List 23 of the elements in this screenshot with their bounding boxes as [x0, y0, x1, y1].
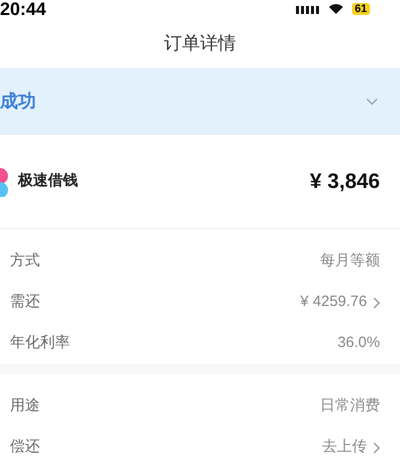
wifi-icon [328, 4, 344, 14]
chevron-right-icon [373, 296, 380, 308]
row-label: 需还 [10, 292, 40, 312]
product-name: 极速借钱 [18, 171, 78, 192]
status-banner[interactable]: 成功 [0, 68, 400, 135]
row-label: 偿还 [10, 437, 40, 458]
row-value: 每月等额 [320, 251, 380, 272]
page-title: 订单详情 [164, 32, 236, 54]
row-value: 日常消费 [320, 396, 380, 416]
row-label: 方式 [10, 251, 40, 272]
row-value[interactable]: 去上传 [322, 436, 367, 459]
chevron-down-icon[interactable] [366, 98, 378, 106]
row-value[interactable]: ¥ 4259.76 [300, 291, 367, 314]
chevron-right-icon [373, 442, 380, 454]
status-time: 20:44 [0, 0, 46, 18]
row-label: 用途 [10, 396, 40, 416]
signal-icon [296, 4, 320, 14]
app-logo-icon [0, 166, 10, 196]
battery-level: 61 [352, 3, 370, 15]
row-label: 年化利率 [10, 333, 70, 354]
row-value: 36.0% [337, 333, 380, 354]
status-text: 成功 [0, 90, 36, 113]
loan-amount: ¥ 3,846 [310, 168, 380, 195]
